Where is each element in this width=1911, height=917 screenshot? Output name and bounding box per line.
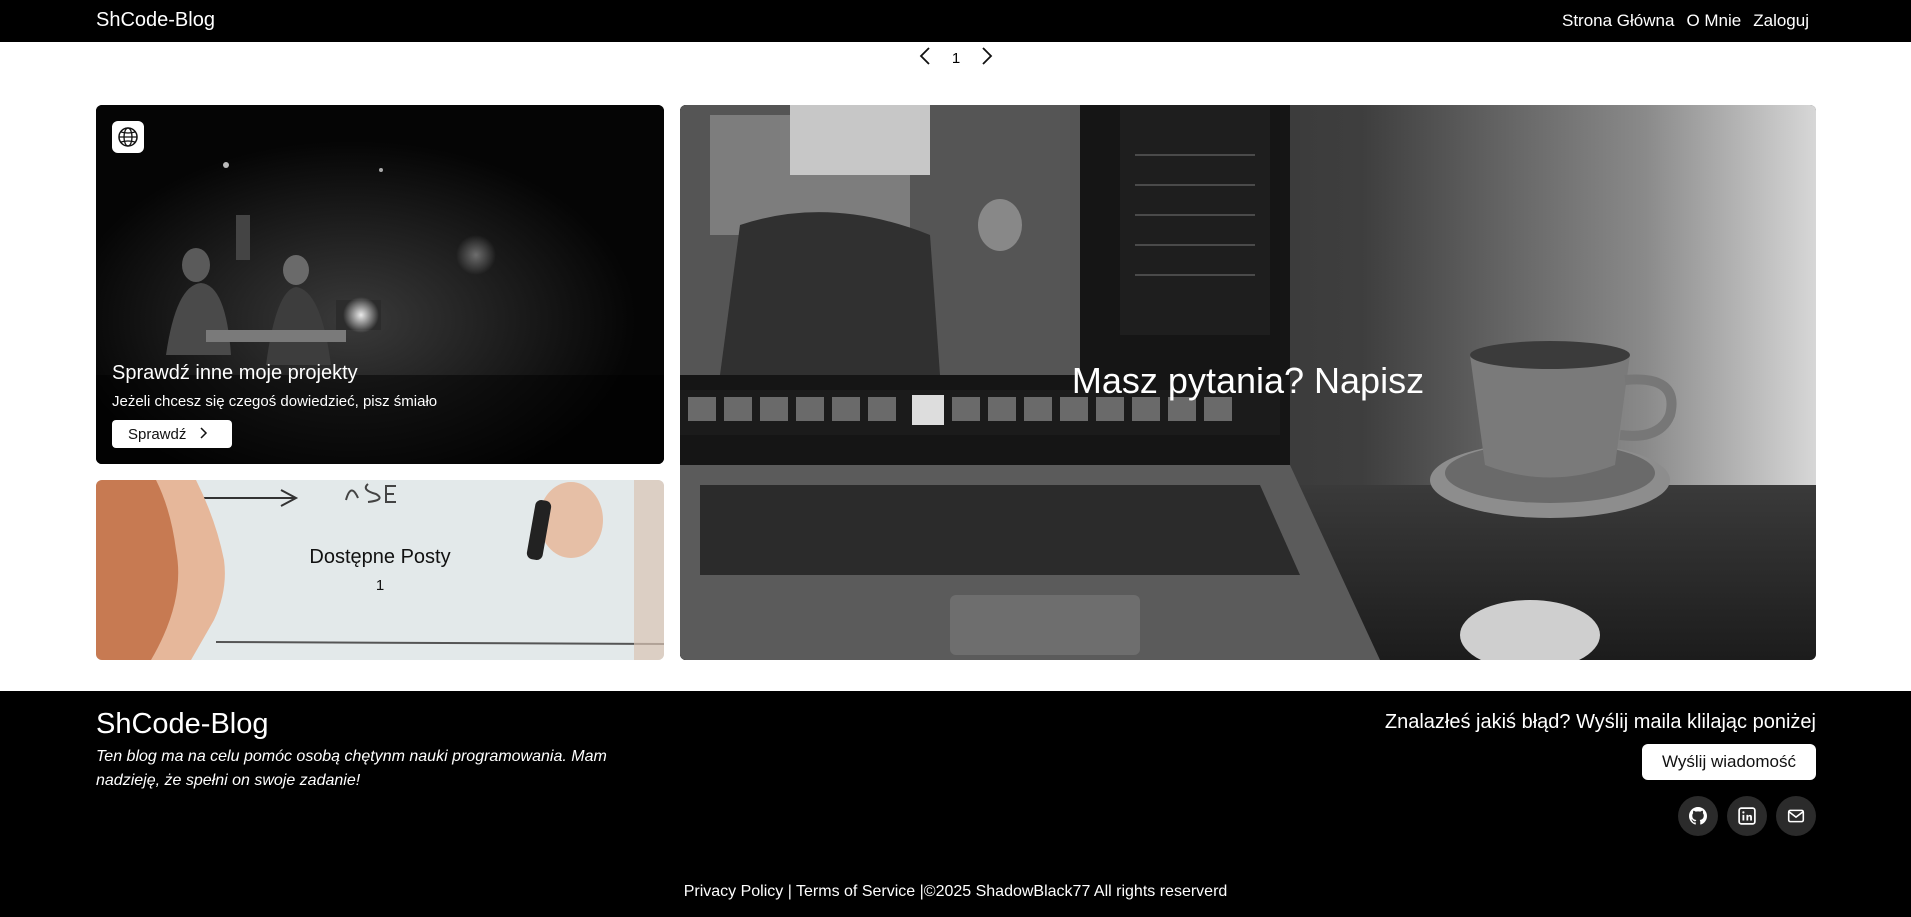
github-icon[interactable] — [1678, 796, 1718, 836]
nav-link-login[interactable]: Zaloguj — [1753, 11, 1809, 31]
projects-text: Sprawdź inne moje projekty Jeżeli chcesz… — [112, 362, 437, 410]
projects-title: Sprawdź inne moje projekty — [112, 362, 358, 384]
bug-report-text: Znalazłeś jakiś błąd? Wyślij maila klila… — [1384, 711, 1816, 733]
footer-description: Ten blog ma na celu pomóc osobą chętynm … — [96, 748, 607, 789]
contact-card[interactable]: Masz pytania? Napisz — [680, 105, 1816, 660]
projects-subtitle: Jeżeli chcesz się czegoś dowiedzieć, pis… — [112, 393, 438, 410]
chevron-right-icon[interactable] — [978, 45, 996, 67]
chevron-left-icon[interactable] — [916, 45, 934, 67]
projects-background-image — [96, 105, 664, 464]
posts-card[interactable]: Dostępne Posty 1 — [96, 480, 664, 660]
linkedin-icon[interactable] — [1727, 796, 1767, 836]
footer: ShCode-Blog Ten blog ma na celu pomóc os… — [0, 691, 1911, 917]
nav-link-about[interactable]: O Mnie — [1686, 11, 1741, 31]
contact-title: Masz pytania? Napisz — [1071, 360, 1425, 401]
social-links — [1678, 796, 1816, 836]
pagination: 1 — [916, 44, 996, 68]
posts-text: Dostępne Posty 1 — [96, 546, 664, 594]
projects-card: Sprawdź inne moje projekty Jeżeli chcesz… — [96, 105, 664, 464]
privacy-policy-link[interactable]: Privacy Policy — [684, 883, 784, 900]
check-projects-button[interactable]: Sprawdź — [112, 420, 232, 448]
copyright-text: ©2025 ShadowBlack77 All rights reserverd — [923, 883, 1228, 900]
check-projects-label: Sprawdź — [128, 425, 187, 443]
chevron-right-icon — [200, 426, 208, 443]
terms-of-service-link[interactable]: Terms of Service — [796, 883, 915, 900]
page-number: 1 — [951, 49, 961, 67]
posts-title: Dostępne Posty — [309, 546, 451, 568]
legal-bar: Privacy Policy | Terms of Service |©2025… — [0, 883, 1911, 901]
send-message-button[interactable]: Wyślij wiadomość — [1642, 744, 1816, 780]
nav-link-home[interactable]: Strona Główna — [1562, 11, 1674, 31]
brand-logo[interactable]: ShCode-Blog — [96, 9, 215, 32]
separator: | — [787, 883, 792, 900]
posts-count: 1 — [375, 577, 385, 594]
navbar: ShCode-Blog Strona Główna O Mnie Zaloguj — [0, 0, 1911, 42]
footer-brand: ShCode-Blog — [96, 708, 269, 740]
nav-links: Strona Główna O Mnie Zaloguj — [1562, 11, 1809, 31]
globe-icon — [112, 121, 144, 153]
mail-icon[interactable] — [1776, 796, 1816, 836]
